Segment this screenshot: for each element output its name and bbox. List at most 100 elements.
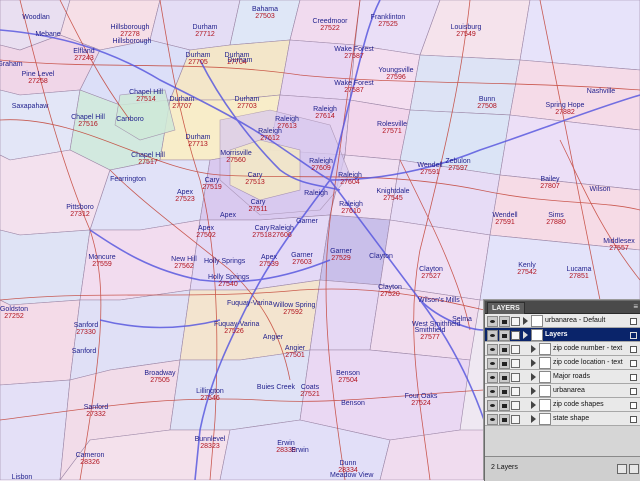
visibility-eye-icon[interactable] xyxy=(487,372,498,383)
lock-icon[interactable] xyxy=(499,330,510,341)
map-label: Kenly 27542 xyxy=(507,262,547,276)
expand-triangle-icon[interactable] xyxy=(531,401,536,409)
layer-thumbnail[interactable] xyxy=(539,413,551,425)
layer-row[interactable]: Layers xyxy=(485,328,640,342)
selection-square-icon[interactable] xyxy=(630,318,637,325)
layer-row[interactable]: zip code location - text xyxy=(485,356,640,370)
target-icon[interactable] xyxy=(511,345,520,354)
map-label-city: Sanford xyxy=(83,404,109,411)
map-label: Apex 27502 xyxy=(186,225,226,239)
map-label-zip: 27505 xyxy=(150,377,170,384)
map-label-zip: 27610 xyxy=(341,208,361,215)
new-layer-icon[interactable] xyxy=(617,464,627,474)
map-label-city: Durham xyxy=(192,24,218,31)
layers-panel-titlebar[interactable]: LAYERS ≡ xyxy=(485,301,640,314)
target-icon[interactable] xyxy=(511,387,520,396)
layer-thumbnail[interactable] xyxy=(539,371,551,383)
target-icon[interactable] xyxy=(511,359,520,368)
layer-thumbnail[interactable] xyxy=(539,399,551,411)
flyout-menu-icon[interactable]: ≡ xyxy=(633,303,638,311)
target-icon[interactable] xyxy=(511,415,520,424)
visibility-eye-icon[interactable] xyxy=(487,330,498,341)
lock-icon[interactable] xyxy=(499,414,510,425)
map-label-zip: 27591 xyxy=(495,219,515,226)
expand-triangle-icon[interactable] xyxy=(531,415,536,423)
map-label-city: Broadway xyxy=(144,370,176,377)
map-label-zip: 27520 xyxy=(380,291,400,298)
map-label: Bunn 27508 xyxy=(467,96,507,110)
visibility-eye-icon[interactable] xyxy=(487,358,498,369)
selection-square-icon[interactable] xyxy=(630,402,637,409)
map-label: Bailey 27807 xyxy=(530,176,570,190)
visibility-eye-icon[interactable] xyxy=(487,386,498,397)
layer-thumbnail[interactable] xyxy=(531,329,543,341)
expand-triangle-icon[interactable] xyxy=(531,373,536,381)
map-label-city: Dunn xyxy=(339,460,357,467)
map-label: Middlesex 27557 xyxy=(599,238,639,252)
lock-icon[interactable] xyxy=(499,344,510,355)
layer-thumbnail[interactable] xyxy=(539,357,551,369)
target-icon[interactable] xyxy=(511,373,520,382)
map-label-zip: 27529 xyxy=(331,255,351,262)
map-label-zip: 27513 xyxy=(245,179,265,186)
map-label: Nashville xyxy=(581,88,621,95)
map-label: Creedmoor 27522 xyxy=(310,18,350,32)
map-label-city: Durham xyxy=(169,96,195,103)
map-label-city: Pittsboro xyxy=(66,204,94,211)
map-label: Morrisville 27560 xyxy=(216,150,256,164)
lock-icon[interactable] xyxy=(499,386,510,397)
map-label-zip: 27332 xyxy=(86,411,106,418)
layer-thumbnail[interactable] xyxy=(539,385,551,397)
expand-triangle-icon[interactable] xyxy=(531,345,536,353)
selection-square-icon[interactable] xyxy=(630,346,637,353)
layers-tab[interactable]: LAYERS xyxy=(487,302,525,314)
expand-triangle-icon[interactable] xyxy=(523,331,528,339)
lock-icon[interactable] xyxy=(499,400,510,411)
layer-name: zip code number - text xyxy=(553,345,623,352)
map-label-city: Raleigh xyxy=(270,225,294,232)
target-icon[interactable] xyxy=(511,331,520,340)
layers-panel[interactable]: LAYERS ≡ urbanarea - Default Layers zip co… xyxy=(484,300,640,481)
layer-row[interactable]: zip code shapes xyxy=(485,398,640,412)
lock-icon[interactable] xyxy=(499,358,510,369)
expand-triangle-icon[interactable] xyxy=(523,317,528,325)
map-label-city: Fearrington xyxy=(110,176,146,183)
selection-square-icon[interactable] xyxy=(630,374,637,381)
map-label-city: Cary xyxy=(250,199,266,206)
lock-icon[interactable] xyxy=(499,316,510,327)
map-label: Cary 27511 xyxy=(238,199,278,213)
map-label: Rolesville 27571 xyxy=(372,121,412,135)
selection-square-icon[interactable] xyxy=(630,360,637,367)
selection-square-icon[interactable] xyxy=(630,388,637,395)
map-label: Chapel Hill 27516 xyxy=(68,114,108,128)
target-icon[interactable] xyxy=(511,401,520,410)
map-label: Durham 27707 xyxy=(162,96,202,110)
map-label-city: Woodlan xyxy=(22,14,50,21)
layer-row[interactable]: urbanarea - Default xyxy=(485,314,640,328)
layer-row[interactable]: urbanarea xyxy=(485,384,640,398)
expand-triangle-icon[interactable] xyxy=(531,359,536,367)
lock-icon[interactable] xyxy=(499,372,510,383)
visibility-eye-icon[interactable] xyxy=(487,414,498,425)
map-label: New Hill 27562 xyxy=(164,256,204,270)
map-label: Apex 27523 xyxy=(165,189,205,203)
map-label-city: Cary xyxy=(204,177,220,184)
visibility-eye-icon[interactable] xyxy=(487,316,498,327)
layer-thumbnail[interactable] xyxy=(539,343,551,355)
layer-row[interactable]: Major roads xyxy=(485,370,640,384)
target-icon[interactable] xyxy=(511,317,520,326)
map-label: Bunnlevel 28323 xyxy=(190,436,230,450)
delete-layer-icon[interactable] xyxy=(629,464,639,474)
map-label: Woodlan xyxy=(16,14,56,21)
layer-thumbnail[interactable] xyxy=(531,315,543,327)
map-label-zip: 27596 xyxy=(386,74,406,81)
map-label: Goldston 27252 xyxy=(0,306,34,320)
selection-square-icon[interactable] xyxy=(630,416,637,423)
expand-triangle-icon[interactable] xyxy=(531,387,536,395)
visibility-eye-icon[interactable] xyxy=(487,344,498,355)
visibility-eye-icon[interactable] xyxy=(487,400,498,411)
selection-square-icon[interactable] xyxy=(630,332,637,339)
layer-row[interactable]: zip code number - text xyxy=(485,342,640,356)
map-label-city: Raleigh xyxy=(304,190,328,197)
layer-row[interactable]: state shape xyxy=(485,412,640,426)
